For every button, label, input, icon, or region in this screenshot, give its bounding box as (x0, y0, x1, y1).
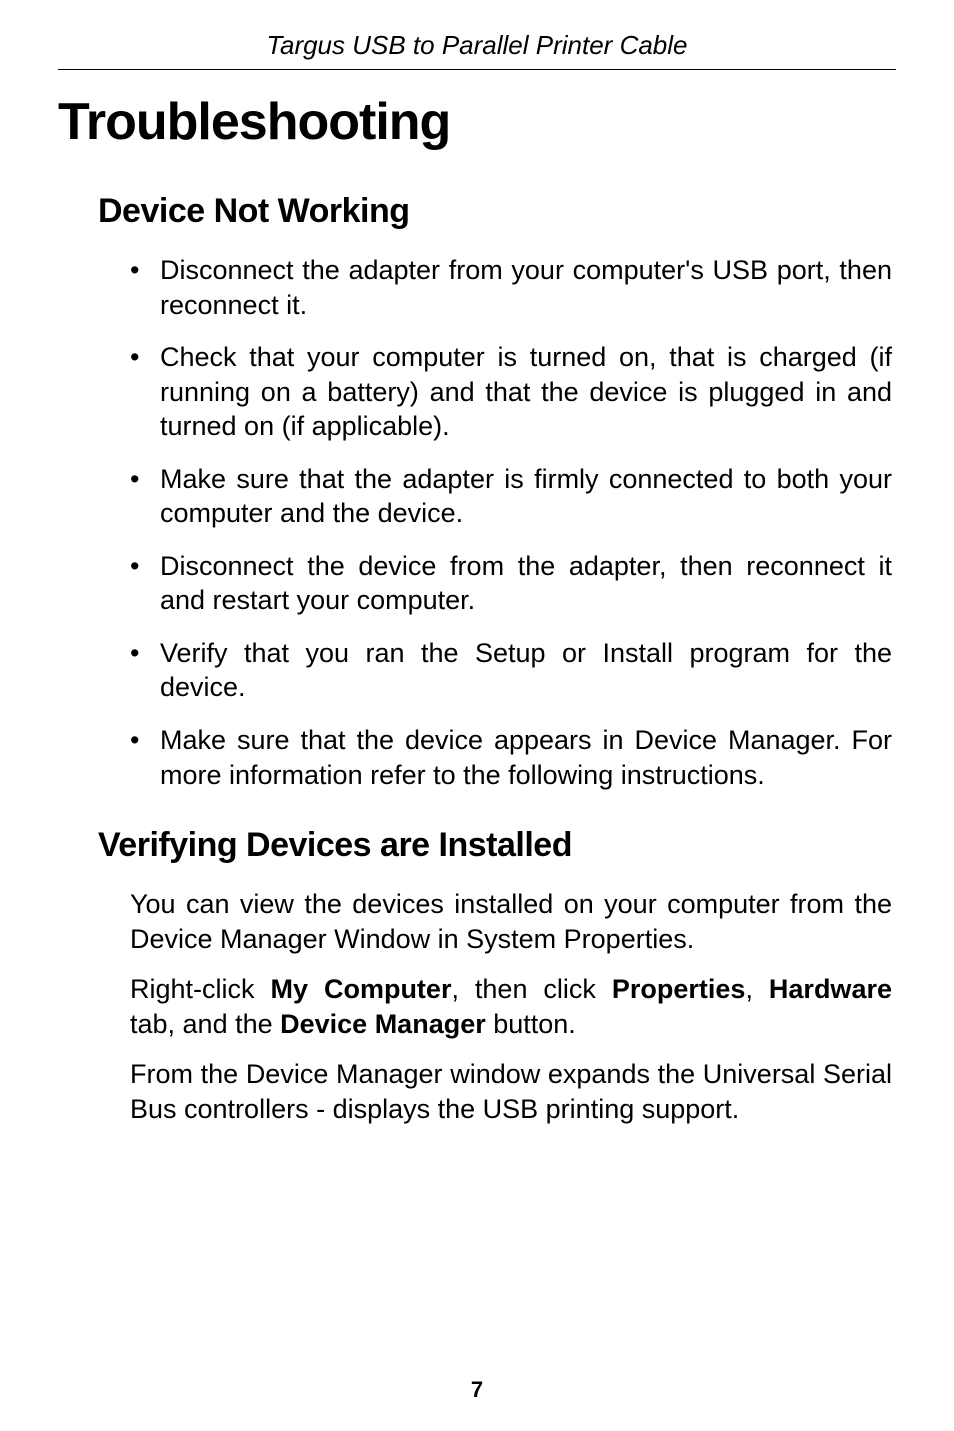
emphasis-my-computer: My Computer (270, 974, 451, 1004)
text-fragment: , (745, 974, 768, 1004)
text-fragment: button. (486, 1009, 576, 1039)
page-title: Troubleshooting (58, 92, 896, 152)
section-verifying-heading: Verifying Devices are Installed (98, 826, 896, 865)
verify-paragraph-3: From the Device Manager window expands t… (130, 1057, 892, 1126)
page-number: 7 (0, 1377, 954, 1403)
verify-paragraph-1: You can view the devices installed on yo… (130, 887, 892, 956)
list-item: Make sure that the device appears in Dev… (130, 723, 892, 792)
text-fragment: tab, and the (130, 1009, 280, 1039)
troubleshooting-list: Disconnect the adapter from your compute… (130, 253, 892, 792)
list-item: Disconnect the device from the adapter, … (130, 549, 892, 618)
text-fragment: Right-click (130, 974, 270, 1004)
emphasis-hardware: Hardware (769, 974, 892, 1004)
section-device-not-working-heading: Device Not Working (98, 192, 896, 231)
verify-paragraph-2: Right-click My Computer, then click Prop… (130, 972, 892, 1041)
list-item: Check that your computer is turned on, t… (130, 340, 892, 444)
list-item: Disconnect the adapter from your compute… (130, 253, 892, 322)
text-fragment: , then click (451, 974, 611, 1004)
list-item: Verify that you ran the Setup or Install… (130, 636, 892, 705)
emphasis-properties: Properties (612, 974, 746, 1004)
list-item: Make sure that the adapter is firmly con… (130, 462, 892, 531)
document-header: Targus USB to Parallel Printer Cable (58, 30, 896, 70)
emphasis-device-manager: Device Manager (280, 1009, 486, 1039)
